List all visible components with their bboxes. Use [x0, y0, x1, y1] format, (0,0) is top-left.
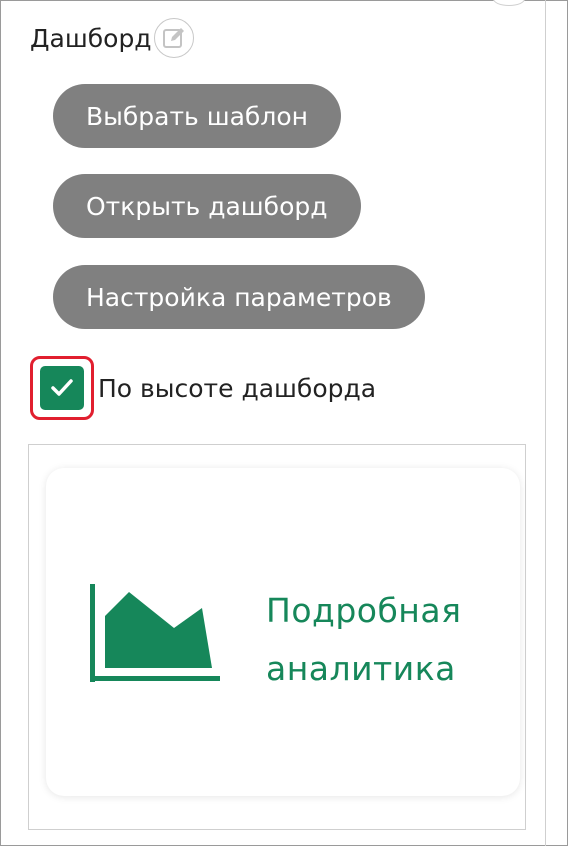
edit-title-button[interactable] [153, 18, 194, 58]
area-chart-icon [90, 584, 220, 682]
parameter-settings-button[interactable]: Настройка параметров [53, 265, 425, 329]
panel-header: Дашборд [30, 18, 194, 58]
fit-height-option: По высоте дашборда [30, 356, 376, 420]
open-dashboard-button[interactable]: Открыть дашборд [53, 174, 361, 238]
preview-title: Подробная аналитика [266, 582, 506, 698]
preview-title-line2: аналитика [266, 649, 456, 688]
choose-template-button[interactable]: Выбрать шаблон [53, 84, 341, 148]
checkmark-icon [51, 379, 73, 396]
preview-title-line1: Подробная [266, 591, 462, 630]
fit-height-label: По высоте дашборда [98, 373, 377, 403]
edit-icon [162, 28, 184, 48]
fit-height-checkbox[interactable] [40, 366, 84, 410]
checkbox-highlight [30, 356, 94, 420]
panel-title: Дашборд [30, 23, 152, 53]
scroll-divider [545, 0, 546, 846]
